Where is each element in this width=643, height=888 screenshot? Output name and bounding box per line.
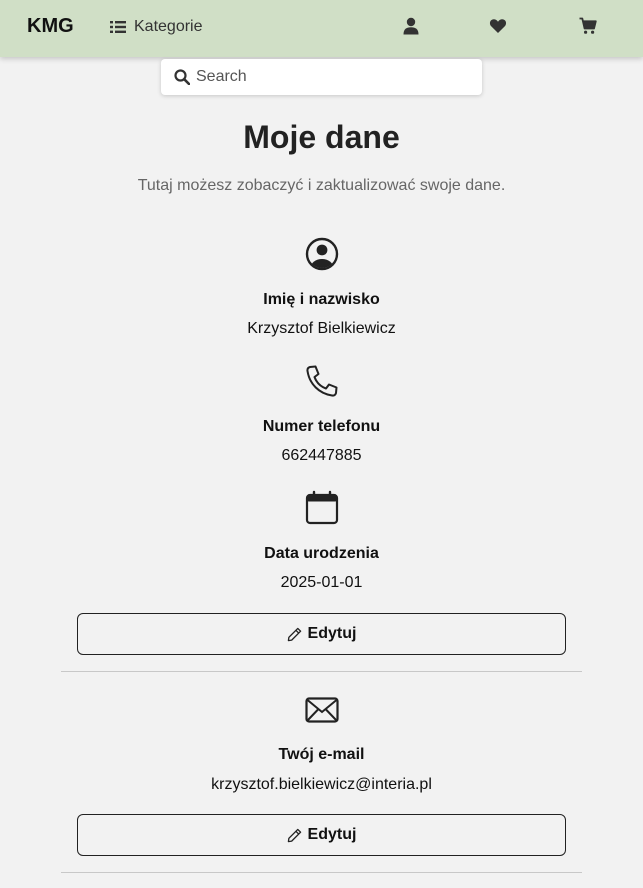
navbar: KMG Kategorie <box>0 0 643 57</box>
heart-icon[interactable] <box>489 17 507 35</box>
edit-email-label: Edytuj <box>307 826 357 843</box>
categories-menu[interactable]: Kategorie <box>110 17 203 37</box>
user-icon[interactable] <box>402 17 420 35</box>
birth-date-value: 2025-01-01 <box>280 574 363 591</box>
name-value: Krzysztof Bielkiewicz <box>247 320 396 337</box>
phone-value: 662447885 <box>281 447 362 464</box>
phone-icon <box>306 365 338 397</box>
section-divider <box>61 872 582 873</box>
edit-email-button[interactable]: Edytuj <box>77 814 566 856</box>
email-value: krzysztof.bielkiewicz@interia.pl <box>211 776 432 793</box>
birth-date-label: Data urodzenia <box>264 545 379 562</box>
section-divider <box>61 671 582 672</box>
search-icon <box>174 69 190 85</box>
search-input[interactable] <box>196 68 476 86</box>
envelope-icon <box>305 697 339 723</box>
calendar-icon <box>305 490 339 525</box>
list-icon <box>110 21 126 33</box>
pencil-icon <box>287 627 301 641</box>
page-subtitle: Tutaj możesz zobaczyć i zaktualizować sw… <box>137 177 506 194</box>
edit-profile-button[interactable]: Edytuj <box>77 613 566 655</box>
page-title: Moje dane <box>243 119 400 155</box>
brand-logo[interactable]: KMG <box>27 15 74 38</box>
name-label: Imię i nazwisko <box>263 291 380 308</box>
pencil-icon <box>287 828 301 842</box>
phone-label: Numer telefonu <box>262 418 381 435</box>
categories-label: Kategorie <box>134 18 203 35</box>
person-circle-icon <box>305 237 339 271</box>
search-box <box>161 59 482 95</box>
edit-profile-label: Edytuj <box>307 625 357 642</box>
email-label: Twój e-mail <box>278 746 365 763</box>
cart-icon[interactable] <box>579 17 597 35</box>
